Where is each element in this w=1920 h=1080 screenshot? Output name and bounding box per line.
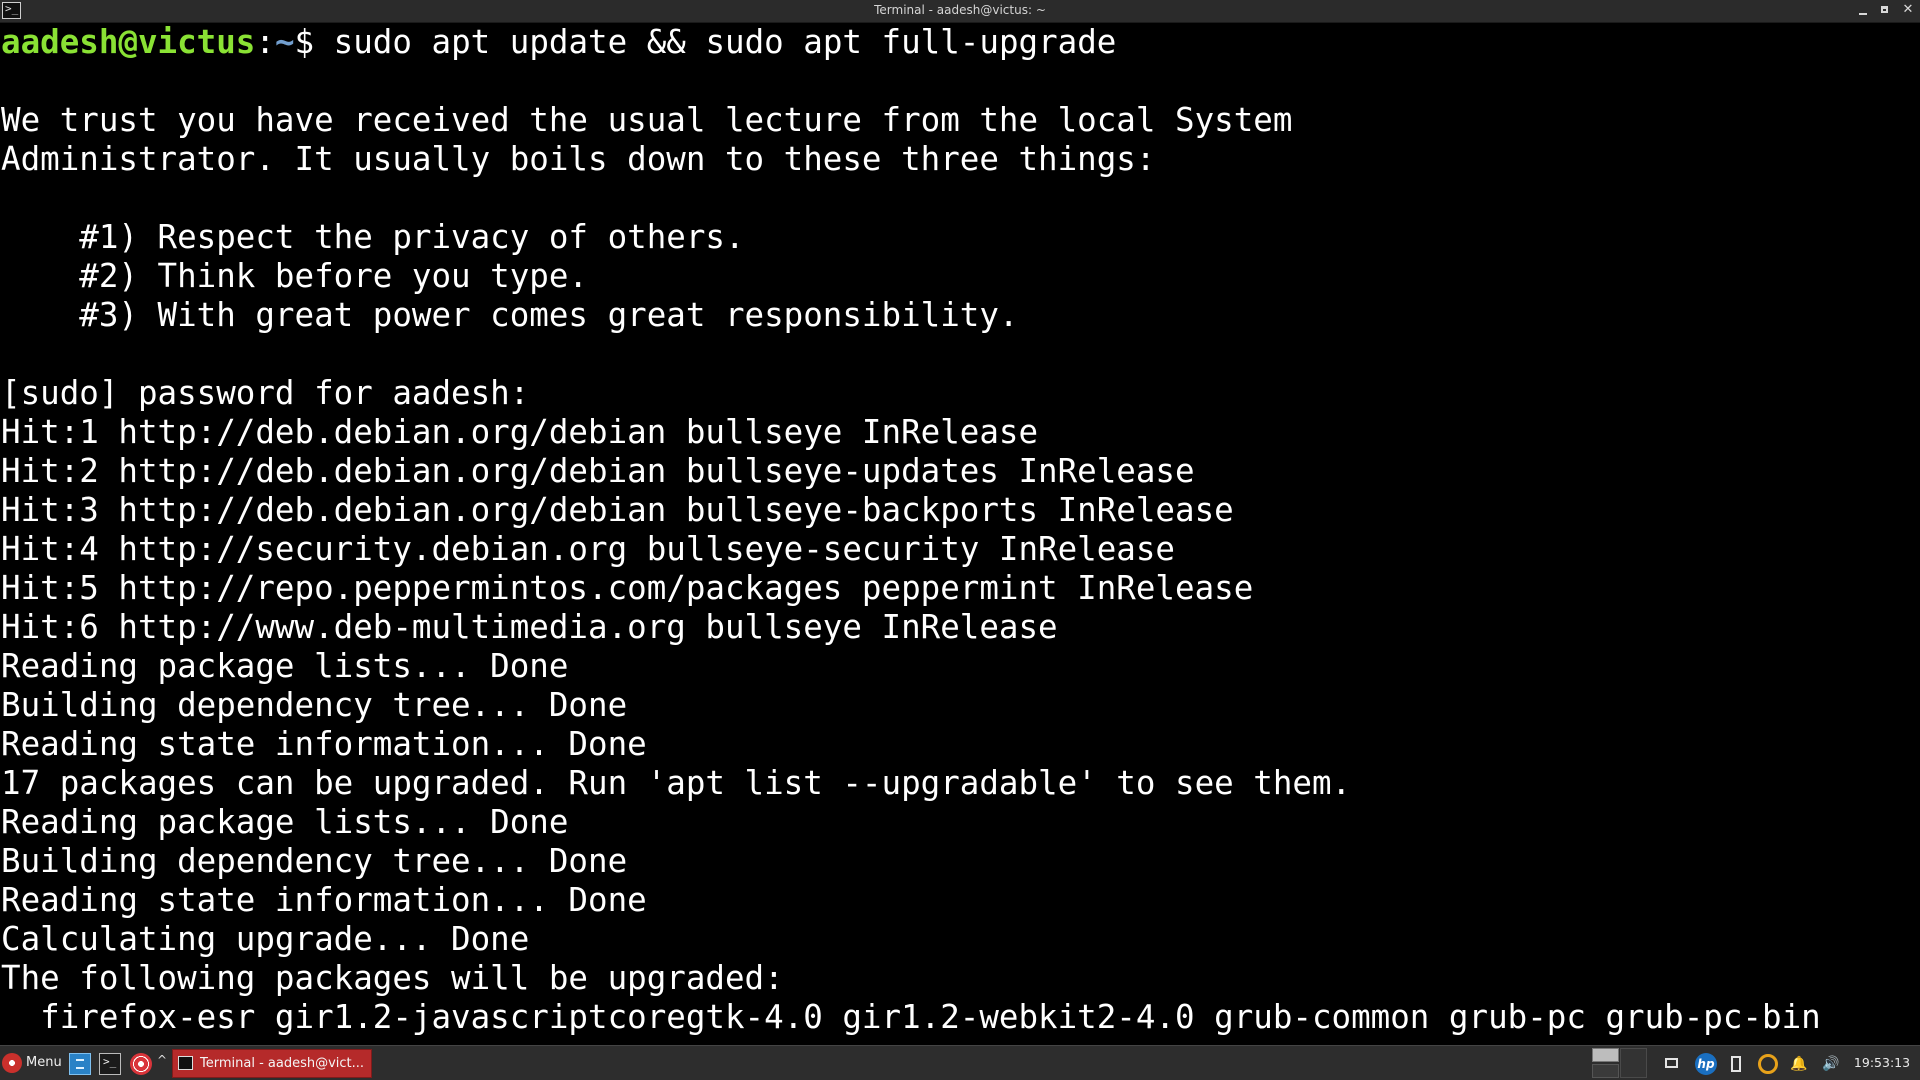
terminal-line: firefox-esr gir1.2-javascriptcoregtk-4.0… [1,998,1821,1036]
terminal-line: The following packages will be upgraded: [1,959,784,997]
terminal-task-icon [178,1056,193,1070]
workspace-3[interactable] [1620,1048,1647,1078]
prompt-dollar: $ [294,23,315,61]
maximize-button[interactable] [1874,0,1896,22]
file-manager-launcher[interactable] [69,1053,91,1075]
minimize-icon [1859,13,1867,15]
taskbar: Menu >_ ^ Terminal - aadesh@vict... hp 🔔… [0,1045,1920,1080]
terminal-line: Hit:2 http://deb.debian.org/debian bulls… [1,452,1195,490]
terminal-line: Building dependency tree... Done [1,686,628,724]
window-title: Terminal - aadesh@victus: ~ [874,3,1046,17]
prompt-command: sudo apt update && sudo apt full-upgrade [314,23,1117,61]
show-desktop-icon[interactable] [1663,1055,1681,1073]
chevron-up-icon[interactable]: ^ [157,1053,167,1067]
menu-button[interactable]: Menu [0,1050,68,1076]
terminal-output[interactable]: aadesh@victus:~$ sudo apt update && sudo… [0,23,1920,1045]
terminal-line: Calculating upgrade... Done [1,920,530,958]
bell-icon[interactable]: 🔔 [1790,1055,1808,1073]
terminal-line: 17 packages can be upgraded. Run 'apt li… [1,764,1352,802]
hp-icon[interactable]: hp [1695,1053,1717,1075]
minimize-button[interactable] [1852,0,1874,22]
terminal-line: Hit:3 http://deb.debian.org/debian bulls… [1,491,1234,529]
terminal-line: Hit:4 http://security.debian.org bullsey… [1,530,1175,568]
terminal-line: Reading state information... Done [1,881,647,919]
prompt-line: aadesh@victus:~$ sudo apt update && sudo… [1,23,1116,62]
terminal-line: #2) Think before you type. [1,257,588,295]
terminal-line: Hit:1 http://deb.debian.org/debian bulls… [1,413,1039,451]
menu-label: Menu [26,1055,62,1070]
terminal-line: #1) Respect the privacy of others. [1,218,745,256]
terminal-line: Hit:5 http://repo.peppermintos.com/packa… [1,569,1254,607]
terminal-line: Reading state information... Done [1,725,647,763]
terminal-line: #3) With great power comes great respons… [1,296,1019,334]
volume-icon[interactable]: 🔊 [1822,1055,1840,1073]
prompt-colon: : [255,23,275,61]
terminal-launcher[interactable]: >_ [99,1053,121,1075]
terminal-icon: >_ [103,1055,117,1068]
peppermint-menu-icon [2,1053,22,1073]
taskbar-item-label: Terminal - aadesh@vict... [200,1056,365,1071]
workspace-1[interactable] [1592,1048,1619,1062]
maximize-icon [1881,6,1888,13]
prompt-user-host: aadesh@victus [1,23,256,61]
peppermint-launcher[interactable] [130,1053,152,1075]
terminal-line: Building dependency tree... Done [1,842,628,880]
prompt-path: ~ [274,23,295,61]
taskbar-item-terminal[interactable]: Terminal - aadesh@vict... [172,1049,372,1078]
terminal-line: [sudo] password for aadesh: [1,374,530,412]
file-manager-icon [76,1059,84,1069]
terminal-line: Reading package lists... Done [1,803,569,841]
terminal-line: Reading package lists... Done [1,647,569,685]
workspace-2[interactable] [1592,1064,1619,1078]
update-notifier-icon[interactable] [1758,1054,1778,1074]
battery-icon[interactable] [1727,1055,1745,1073]
battery-icon-shape [1731,1056,1741,1072]
terminal-line: We trust you have received the usual lec… [1,101,1293,139]
clock[interactable]: 19:53:13 [1846,1054,1918,1072]
desktop-icon-shape [1665,1058,1678,1068]
close-icon: ✕ [1902,2,1914,17]
window-titlebar[interactable]: >_ Terminal - aadesh@victus: ~ ✕ [0,0,1920,23]
terminal-line: Hit:6 http://www.deb-multimedia.org bull… [1,608,1058,646]
terminal-line: Administrator. It usually boils down to … [1,140,1156,178]
close-button[interactable]: ✕ [1897,0,1919,22]
